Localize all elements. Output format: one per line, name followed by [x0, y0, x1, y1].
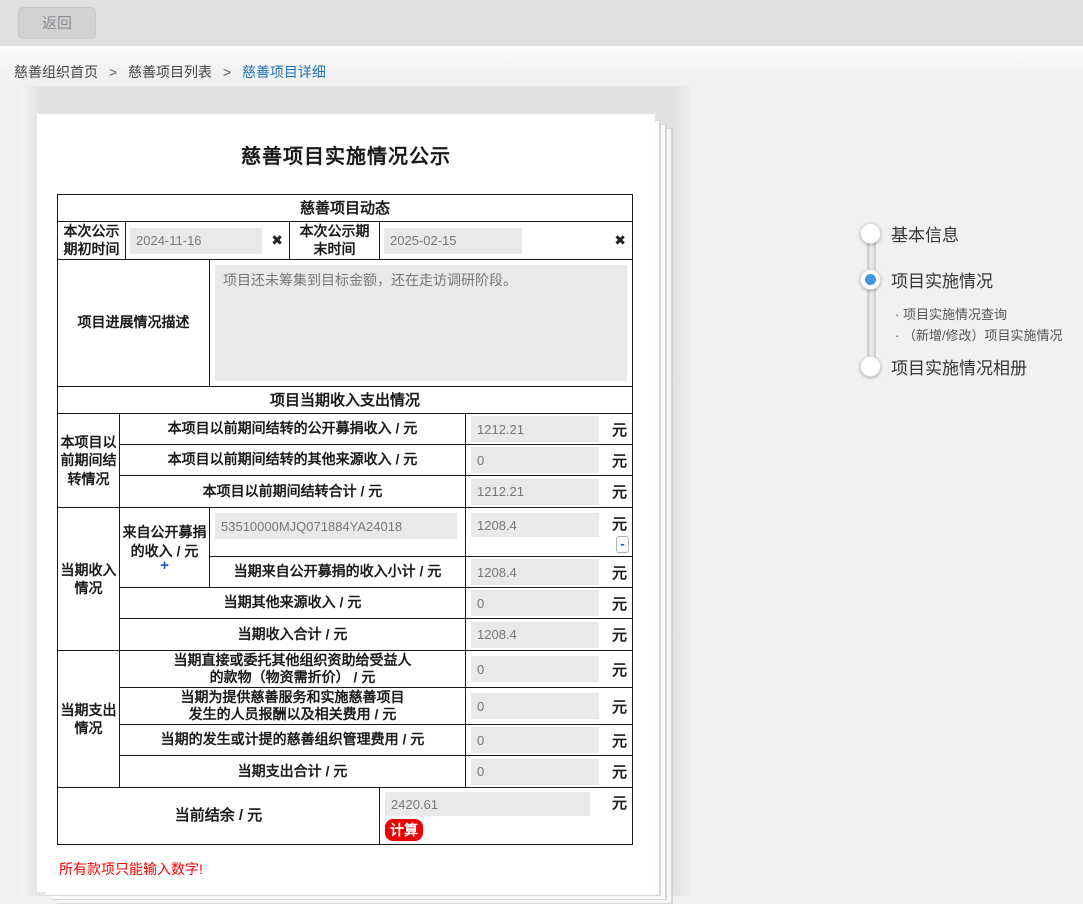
step-basic-info-label: 基本信息: [891, 226, 959, 245]
balance-row: 当前结余 / 元 元 计算: [58, 788, 632, 844]
carryover-public-row: 本项目以前期间结转的公开募捐收入 / 元 元: [120, 414, 632, 445]
end-date-cell: ✖: [380, 222, 632, 259]
publicity-form-table: 慈善项目动态 本次公示期初时间 ✖ 本次公示期末时间 ✖ 项目进展情况描述 项目…: [57, 194, 633, 845]
breadcrumb: 慈善组织首页 > 慈善项目列表 > 慈善项目详细: [0, 46, 1083, 86]
carryover-total-input[interactable]: [471, 478, 599, 505]
breadcrumb-project-detail[interactable]: 慈善项目详细: [242, 64, 326, 80]
unit-yuan: 元: [611, 627, 627, 644]
breadcrumb-separator: >: [108, 64, 118, 80]
carryover-group: 本项目以前期间结转情况 本项目以前期间结转的公开募捐收入 / 元 元 本项目以前…: [58, 414, 632, 508]
expense-aid-input[interactable]: [471, 656, 599, 682]
expense-group: 当期支出情况 当期直接或委托其他组织资助给受益人 的款物（物资需折价） / 元 …: [58, 651, 632, 788]
section-header-finance: 项目当期收入支出情况: [58, 387, 632, 414]
start-date-label: 本次公示期初时间: [58, 222, 126, 259]
unit-yuan: 元: [611, 452, 627, 470]
fundraising-id-input[interactable]: [215, 513, 457, 539]
step-circle-active-icon: [860, 269, 881, 290]
substep-implementation-edit[interactable]: · （新增/修改）项目实施情况: [895, 325, 1063, 344]
income-group-label: 当期收入情况: [58, 508, 120, 650]
end-date-label: 本次公示期末时间: [290, 222, 380, 259]
publicity-form-card: 慈善项目实施情况公示 慈善项目动态 本次公示期初时间 ✖ 本次公示期末时间 ✖ …: [37, 114, 655, 892]
clear-start-date-icon[interactable]: ✖: [271, 232, 283, 249]
income-other-row: 当期其他来源收入 / 元 元: [120, 588, 632, 619]
start-date-cell: ✖: [126, 222, 290, 259]
numeric-only-warning: 所有款项只能输入数字!: [59, 861, 203, 877]
carryover-public-input[interactable]: [471, 416, 599, 442]
step-circle-icon: [860, 223, 881, 244]
section-header-dynamics: 慈善项目动态: [58, 195, 632, 222]
breadcrumb-separator: >: [222, 64, 232, 80]
income-total-input[interactable]: [471, 621, 599, 648]
unit-yuan: 元: [611, 732, 627, 750]
income-public-input[interactable]: [471, 513, 599, 537]
expense-staff-input[interactable]: [471, 693, 599, 719]
progress-description-row: 项目进展情况描述 项目还未筹集到目标金额，还在走访调研阶段。: [58, 260, 632, 387]
expense-aid-row: 当期直接或委托其他组织资助给受益人 的款物（物资需折价） / 元 元: [120, 651, 632, 688]
unit-yuan: 元: [611, 764, 627, 781]
unit-yuan: 元: [611, 516, 627, 533]
progress-description-label: 项目进展情况描述: [58, 260, 210, 386]
carryover-other-input[interactable]: [471, 447, 599, 473]
expense-admin-input[interactable]: [471, 727, 599, 753]
step-implementation-album-label: 项目实施情况相册: [891, 359, 1027, 378]
back-button[interactable]: 返回: [18, 7, 96, 39]
top-bar: 返回: [0, 0, 1083, 46]
income-public-label: 来自公开募捐的收入 / 元: [122, 524, 207, 559]
income-subtotal-row: 当期来自公开募捐的收入小计 / 元 元: [210, 557, 632, 587]
calculate-button[interactable]: 计算: [385, 819, 423, 841]
step-implementation-label: 项目实施情况: [891, 272, 993, 291]
expense-group-label: 当期支出情况: [58, 651, 120, 787]
expense-total-row: 当期支出合计 / 元 元: [120, 756, 632, 787]
step-implementation-album[interactable]: 项目实施情况相册: [860, 354, 1027, 379]
balance-input[interactable]: [385, 792, 590, 816]
clear-end-date-icon[interactable]: ✖: [614, 232, 626, 249]
expense-total-input[interactable]: [471, 758, 599, 785]
remove-income-row-icon[interactable]: -: [616, 536, 629, 553]
start-date-input[interactable]: [130, 227, 262, 254]
unit-yuan: 元: [611, 421, 627, 439]
income-subtotal-input[interactable]: [471, 559, 599, 585]
page-title: 慈善项目实施情况公示: [241, 146, 451, 168]
income-public-id-row: 元 -: [210, 508, 632, 557]
step-basic-info[interactable]: 基本信息: [860, 221, 959, 246]
carryover-group-label: 本项目以前期间结转情况: [58, 414, 120, 507]
unit-yuan: 元: [611, 484, 627, 501]
substep-implementation-query[interactable]: · 项目实施情况查询: [895, 304, 1007, 323]
unit-yuan: 元: [611, 661, 627, 679]
income-total-row: 当期收入合计 / 元 元: [120, 619, 632, 650]
expense-staff-row: 当期为提供慈善服务和实施慈善项目 发生的人员报酬以及相关费用 / 元 元: [120, 688, 632, 725]
carryover-other-row: 本项目以前期间结转的其他来源收入 / 元 元: [120, 445, 632, 476]
publicity-period-row: 本次公示期初时间 ✖ 本次公示期末时间 ✖: [58, 222, 632, 260]
unit-yuan: 元: [611, 698, 627, 716]
balance-label: 当前结余 / 元: [58, 788, 380, 844]
breadcrumb-project-list[interactable]: 慈善项目列表: [128, 64, 212, 80]
section-stepper: 基本信息 项目实施情况 · 项目实施情况查询 · （新增/修改）项目实施情况 项…: [860, 221, 1080, 391]
unit-yuan: 元: [611, 795, 627, 812]
income-public-label-cell: 来自公开募捐的收入 / 元 +: [120, 508, 210, 587]
end-date-input[interactable]: [384, 227, 522, 254]
expense-admin-row: 当期的发生或计提的慈善组织管理费用 / 元 元: [120, 725, 632, 756]
progress-description-textarea[interactable]: 项目还未筹集到目标金额，还在走访调研阶段。: [215, 265, 627, 381]
unit-yuan: 元: [611, 595, 627, 613]
income-other-input[interactable]: [471, 590, 599, 616]
add-income-row-icon[interactable]: +: [160, 558, 169, 573]
paper-shadow-zone: 慈善项目实施情况公示 慈善项目动态 本次公示期初时间 ✖ 本次公示期末时间 ✖ …: [20, 86, 690, 896]
unit-yuan: 元: [611, 564, 627, 582]
breadcrumb-home[interactable]: 慈善组织首页: [14, 64, 98, 80]
progress-description-cell: 项目还未筹集到目标金额，还在走访调研阶段。: [210, 260, 632, 386]
income-public-block: 来自公开募捐的收入 / 元 + 元 -: [120, 508, 632, 588]
carryover-total-row: 本项目以前期间结转合计 / 元 元: [120, 476, 632, 507]
step-implementation[interactable]: 项目实施情况: [860, 267, 993, 292]
income-group: 当期收入情况 来自公开募捐的收入 / 元 + 53510000MJQ071884…: [58, 508, 632, 651]
step-circle-icon: [860, 356, 881, 377]
